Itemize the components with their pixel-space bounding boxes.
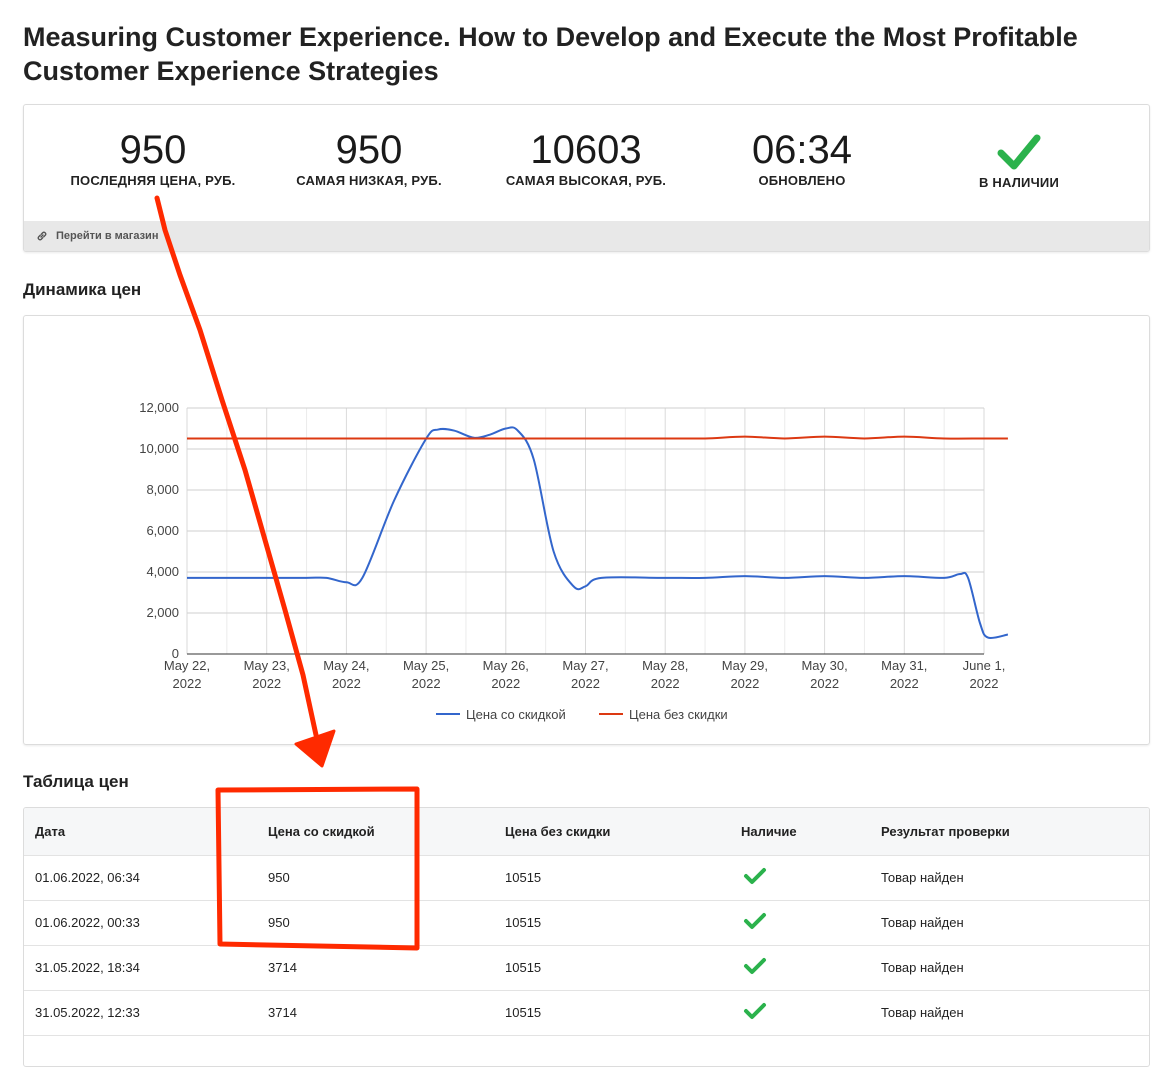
y-tick-label: 6,000 [146, 523, 179, 538]
y-tick-label: 8,000 [146, 482, 179, 497]
legend-label: Цена без скидки [629, 707, 728, 722]
stat-value: 10603 [530, 128, 642, 172]
x-tick-label: May 31, 2022 [881, 658, 927, 691]
check-icon [997, 134, 1041, 170]
price-table-card: Дата Цена со скидкой Цена без скидки Нал… [23, 807, 1150, 1067]
cell-date: 31.05.2022, 12:33 [35, 1005, 140, 1020]
x-tick-label: May 26, 2022 [483, 658, 529, 691]
cell-discount-price: 3714 [268, 960, 297, 975]
table-row: 31.05.2022, 12:33 3714 10515 Товар найде… [24, 990, 1149, 1035]
check-icon [744, 1003, 766, 1019]
stat-highest-price: 10603 САМАЯ ВЫСОКАЯ, РУБ. [478, 127, 694, 188]
stat-value: 950 [335, 128, 403, 172]
stat-value: 06:34 [751, 128, 853, 172]
table-row-partial [24, 1035, 1149, 1066]
stat-label: В НАЛИЧИИ [978, 175, 1060, 190]
check-icon [744, 958, 766, 974]
x-tick-label: May 28, 2022 [642, 658, 688, 691]
stat-lowest-price: 950 САМАЯ НИЗКАЯ, РУБ. [261, 127, 477, 188]
x-tick-label: May 23, 2022 [244, 658, 290, 691]
stat-label: ОБНОВЛЕНО [758, 173, 846, 188]
x-tick-label: May 25, 2022 [403, 658, 449, 691]
x-tick-label: May 27, 2022 [562, 658, 608, 691]
stat-label: САМАЯ НИЗКАЯ, РУБ. [296, 173, 442, 188]
stat-label: ПОСЛЕДНЯЯ ЦЕНА, РУБ. [70, 173, 236, 188]
x-tick-label: June 1, 2022 [963, 658, 1006, 691]
cell-availability [741, 855, 881, 900]
cell-check-result: Товар найден [881, 960, 964, 975]
cell-availability [741, 990, 881, 1035]
go-to-store-label: Перейти в магазин [56, 230, 159, 242]
check-icon [744, 913, 766, 929]
table-row: 01.06.2022, 06:34 950 10515 Товар найден [24, 855, 1149, 900]
cell-availability [741, 945, 881, 990]
table-section-title: Таблица цен [23, 772, 129, 791]
column-header-check-result: Результат проверки [881, 823, 1010, 839]
cell-regular-price: 10515 [505, 870, 542, 885]
cell-check-result: Товар найден [881, 870, 964, 885]
cell-check-result: Товар найден [881, 1005, 964, 1020]
link-icon [37, 231, 47, 241]
series-line-regular [186, 435, 1008, 440]
x-tick-label: May 24, 2022 [323, 658, 369, 691]
page-title: Measuring Customer Experience. How to De… [23, 22, 1078, 86]
price-chart-card: 0 2,000 4,000 6,000 8,000 10,000 12,000 May 22,… [23, 315, 1150, 745]
stat-in-stock: В НАЛИЧИИ [911, 127, 1127, 190]
x-tick-label: May 30, 2022 [801, 658, 847, 691]
stat-last-price: 950 ПОСЛЕДНЯЯ ЦЕНА, РУБ. [45, 127, 261, 188]
cell-date: 01.06.2022, 06:34 [35, 870, 140, 885]
check-icon [744, 868, 766, 884]
y-tick-label: 2,000 [146, 605, 179, 620]
cell-discount-price: 950 [268, 915, 290, 930]
x-tick-label: May 29, 2022 [722, 658, 768, 691]
stat-value: 950 [119, 128, 187, 172]
column-header-regular-price: Цена без скидки [505, 823, 611, 839]
cell-availability [741, 900, 881, 945]
column-header-discount-price: Цена со скидкой [268, 823, 375, 839]
column-header-date: Дата [35, 823, 66, 839]
table-row [24, 1035, 1149, 1066]
column-header-availability: Наличие [741, 823, 797, 839]
series-line-discount [186, 426, 1009, 640]
table-header-row: Дата Цена со скидкой Цена без скидки Нал… [24, 808, 1149, 855]
price-chart: 02,0004,0006,0008,00010,00012,000May 22,… [139, 400, 1009, 722]
y-tick-label: 12,000 [139, 400, 179, 415]
price-stats-card: 950 ПОСЛЕДНЯЯ ЦЕНА, РУБ. 950 САМАЯ НИЗКА… [23, 104, 1150, 252]
table-row: 31.05.2022, 18:34 3714 10515 Товар найде… [24, 945, 1149, 990]
chart-section-title: Динамика цен [23, 280, 142, 299]
legend-label: Цена со скидкой [466, 707, 566, 722]
table-row: 01.06.2022, 00:33 950 10515 Товар найден [24, 900, 1149, 945]
go-to-store-link[interactable]: Перейти в магазин [24, 221, 1149, 251]
cell-regular-price: 10515 [505, 960, 542, 975]
y-tick-label: 10,000 [139, 441, 179, 456]
stat-updated: 06:34 ОБНОВЛЕНО [694, 127, 910, 188]
cell-check-result: Товар найден [881, 915, 964, 930]
cell-regular-price: 10515 [505, 915, 542, 930]
y-tick-label: 4,000 [146, 564, 179, 579]
cell-date: 31.05.2022, 18:34 [35, 960, 140, 975]
x-tick-label: May 22, 2022 [164, 658, 210, 691]
cell-discount-price: 3714 [268, 1005, 297, 1020]
price-table: Дата Цена со скидкой Цена без скидки Нал… [24, 808, 1149, 1066]
cell-date: 01.06.2022, 00:33 [35, 915, 140, 930]
cell-regular-price: 10515 [505, 1005, 542, 1020]
stat-label: САМАЯ ВЫСОКАЯ, РУБ. [505, 173, 667, 188]
cell-discount-price: 950 [268, 870, 290, 885]
